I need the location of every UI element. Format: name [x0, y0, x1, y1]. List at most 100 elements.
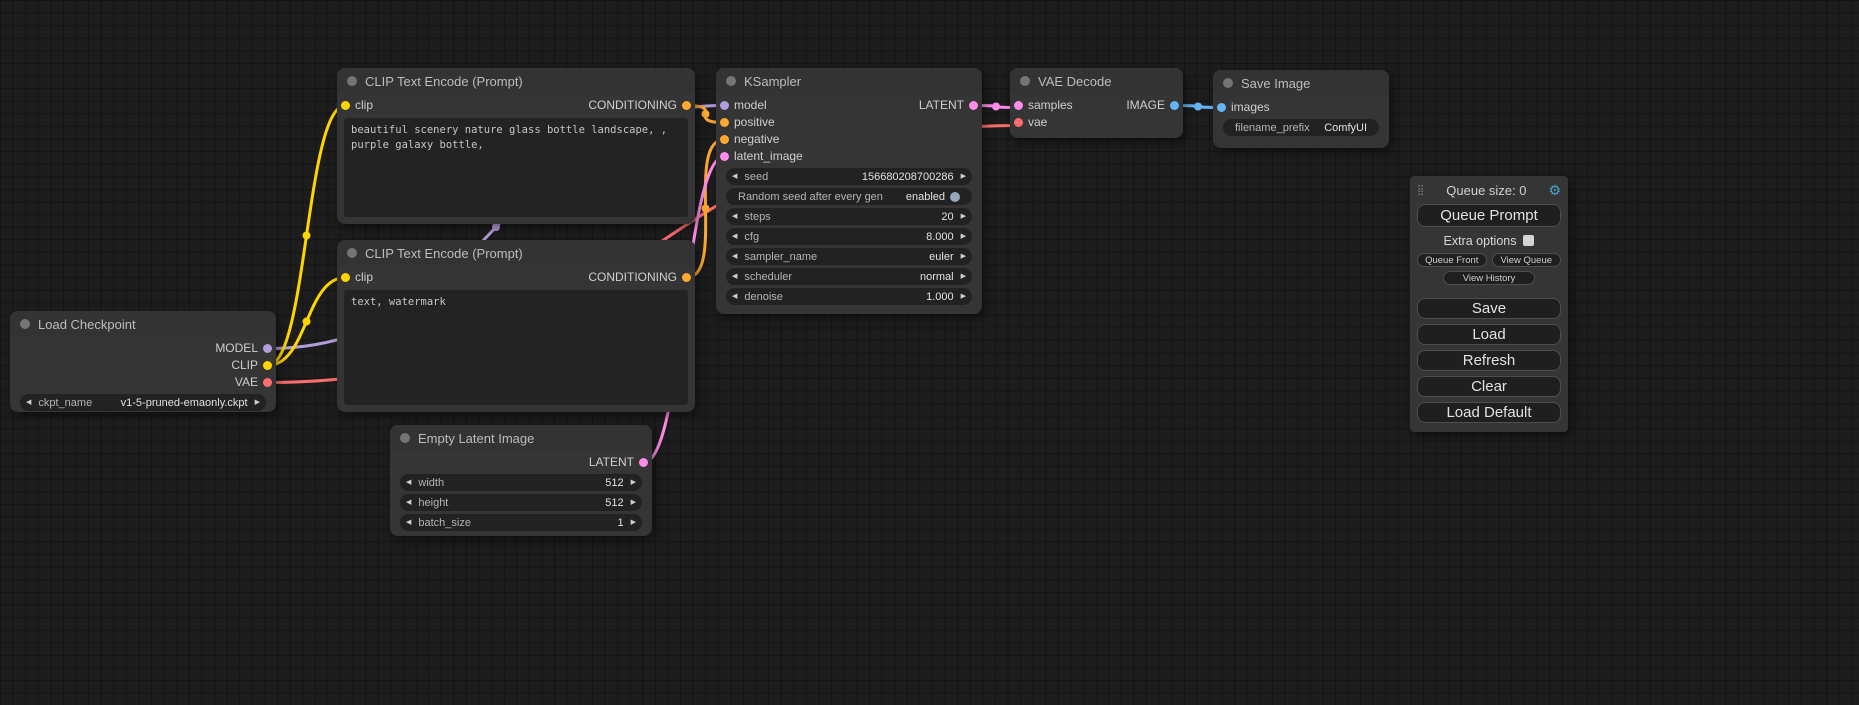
collapse-dot-icon[interactable]	[20, 319, 30, 329]
slot-row: latent_image	[716, 148, 982, 165]
widget-width[interactable]: ◀ width 512 ▶	[400, 474, 642, 491]
widget-label: batch_size	[418, 517, 471, 529]
widget-filename-prefix[interactable]: filename_prefix ComfyUI	[1223, 119, 1379, 136]
widget-height[interactable]: ◀ height 512 ▶	[400, 494, 642, 511]
widget-batch-size[interactable]: ◀ batch_size 1 ▶	[400, 514, 642, 531]
node-canvas[interactable]: Load Checkpoint MODEL CLIP VAE ◀ ckpt_na…	[0, 0, 1859, 705]
node-title-bar[interactable]: CLIP Text Encode (Prompt)	[337, 240, 695, 266]
input-slot-latent-image[interactable]	[720, 152, 729, 161]
save-button[interactable]: Save	[1417, 298, 1561, 319]
input-slot-positive[interactable]	[720, 118, 729, 127]
extra-options-checkbox[interactable]	[1523, 235, 1534, 246]
decrement-arrow-icon[interactable]: ◀	[732, 168, 737, 185]
decrement-arrow-icon[interactable]: ◀	[406, 514, 411, 531]
node-clip-text-encode-positive[interactable]: CLIP Text Encode (Prompt) clip CONDITION…	[337, 68, 695, 224]
prev-value-arrow-icon[interactable]: ◀	[26, 394, 31, 411]
drag-handle-icon[interactable]: ⣿	[1417, 185, 1424, 196]
node-body: LATENT ◀ width 512 ▶ ◀ height 512 ▶ ◀ ba…	[390, 451, 652, 531]
node-title-bar[interactable]: CLIP Text Encode (Prompt)	[337, 68, 695, 94]
widget-sampler-name[interactable]: ◀ sampler_name euler ▶	[726, 248, 972, 265]
node-body: clip CONDITIONING beautiful scenery natu…	[337, 94, 695, 114]
next-value-arrow-icon[interactable]: ▶	[961, 268, 966, 285]
prompt-textarea[interactable]: beautiful scenery nature glass bottle la…	[344, 118, 688, 217]
settings-gear-icon[interactable]: ⚙	[1548, 183, 1561, 197]
widget-seed[interactable]: ◀ seed 156680208700286 ▶	[726, 168, 972, 185]
node-title-bar[interactable]: Load Checkpoint	[10, 311, 276, 337]
input-slot-samples[interactable]	[1014, 101, 1023, 110]
extra-options-label: Extra options	[1444, 234, 1517, 248]
node-title-bar[interactable]: VAE Decode	[1010, 68, 1183, 94]
increment-arrow-icon[interactable]: ▶	[631, 514, 636, 531]
node-title-bar[interactable]: Empty Latent Image	[390, 425, 652, 451]
toggle-knob[interactable]	[950, 192, 960, 202]
output-slot-conditioning[interactable]	[682, 101, 691, 110]
view-queue-button[interactable]: View Queue	[1492, 253, 1562, 267]
load-button[interactable]: Load	[1417, 324, 1561, 345]
node-title: Load Checkpoint	[38, 317, 136, 332]
node-save-image[interactable]: Save Image images filename_prefix ComfyU…	[1213, 70, 1389, 148]
collapse-dot-icon[interactable]	[400, 433, 410, 443]
output-slot-conditioning[interactable]	[682, 273, 691, 282]
node-load-checkpoint[interactable]: Load Checkpoint MODEL CLIP VAE ◀ ckpt_na…	[10, 311, 276, 412]
increment-arrow-icon[interactable]: ▶	[961, 208, 966, 225]
refresh-button[interactable]: Refresh	[1417, 350, 1561, 371]
queue-prompt-button[interactable]: Queue Prompt	[1417, 204, 1561, 227]
collapse-dot-icon[interactable]	[347, 248, 357, 258]
slot-row: images	[1213, 99, 1389, 116]
node-vae-decode[interactable]: VAE Decode samples IMAGE vae	[1010, 68, 1183, 138]
output-slot-model[interactable]	[263, 344, 272, 353]
input-slot-negative[interactable]	[720, 135, 729, 144]
decrement-arrow-icon[interactable]: ◀	[732, 228, 737, 245]
prev-value-arrow-icon[interactable]: ◀	[732, 248, 737, 265]
increment-arrow-icon[interactable]: ▶	[631, 494, 636, 511]
increment-arrow-icon[interactable]: ▶	[961, 288, 966, 305]
widget-value: euler	[929, 251, 953, 263]
widget-value: 1	[617, 517, 623, 529]
node-clip-text-encode-negative[interactable]: CLIP Text Encode (Prompt) clip CONDITION…	[337, 240, 695, 412]
increment-arrow-icon[interactable]: ▶	[961, 228, 966, 245]
link-midpoint-dot	[702, 110, 710, 118]
node-title-bar[interactable]: KSampler	[716, 68, 982, 94]
output-slot-image[interactable]	[1170, 101, 1179, 110]
widget-scheduler[interactable]: ◀ scheduler normal ▶	[726, 268, 972, 285]
widget-ckpt-name[interactable]: ◀ ckpt_name v1-5-pruned-emaonly.ckpt ▶	[20, 394, 266, 411]
output-slot-clip[interactable]	[263, 361, 272, 370]
widget-steps[interactable]: ◀ steps 20 ▶	[726, 208, 972, 225]
collapse-dot-icon[interactable]	[1020, 76, 1030, 86]
node-empty-latent-image[interactable]: Empty Latent Image LATENT ◀ width 512 ▶ …	[390, 425, 652, 536]
input-slot-model[interactable]	[720, 101, 729, 110]
view-history-button[interactable]: View History	[1443, 271, 1535, 285]
decrement-arrow-icon[interactable]: ◀	[732, 288, 737, 305]
input-slot-images[interactable]	[1217, 103, 1226, 112]
output-slot-vae[interactable]	[263, 378, 272, 387]
input-slot-clip[interactable]	[341, 273, 350, 282]
collapse-dot-icon[interactable]	[1223, 78, 1233, 88]
prev-value-arrow-icon[interactable]: ◀	[732, 268, 737, 285]
comfy-menu-panel: ⣿ Queue size: 0 ⚙ Queue Prompt Extra opt…	[1410, 176, 1568, 432]
input-slot-vae[interactable]	[1014, 118, 1023, 127]
output-slot-latent[interactable]	[969, 101, 978, 110]
widget-denoise[interactable]: ◀ denoise 1.000 ▶	[726, 288, 972, 305]
input-slot-clip[interactable]	[341, 101, 350, 110]
decrement-arrow-icon[interactable]: ◀	[406, 494, 411, 511]
next-value-arrow-icon[interactable]: ▶	[961, 248, 966, 265]
widget-random-seed-toggle[interactable]: Random seed after every gen enabled	[726, 188, 972, 205]
increment-arrow-icon[interactable]: ▶	[961, 168, 966, 185]
clear-button[interactable]: Clear	[1417, 376, 1561, 397]
load-default-button[interactable]: Load Default	[1417, 402, 1561, 423]
increment-arrow-icon[interactable]: ▶	[631, 474, 636, 491]
next-value-arrow-icon[interactable]: ▶	[255, 394, 260, 411]
decrement-arrow-icon[interactable]: ◀	[406, 474, 411, 491]
decrement-arrow-icon[interactable]: ◀	[732, 208, 737, 225]
collapse-dot-icon[interactable]	[347, 76, 357, 86]
node-title: VAE Decode	[1038, 74, 1111, 89]
output-slot-latent[interactable]	[639, 458, 648, 467]
collapse-dot-icon[interactable]	[726, 76, 736, 86]
prompt-textarea[interactable]: text, watermark	[344, 290, 688, 405]
node-title-bar[interactable]: Save Image	[1213, 70, 1389, 96]
widget-cfg[interactable]: ◀ cfg 8.000 ▶	[726, 228, 972, 245]
node-ksampler[interactable]: KSampler model LATENT positive negative …	[716, 68, 982, 314]
link-midpoint-dot	[303, 318, 311, 326]
queue-front-button[interactable]: Queue Front	[1417, 253, 1487, 267]
widget-label: steps	[744, 211, 770, 223]
